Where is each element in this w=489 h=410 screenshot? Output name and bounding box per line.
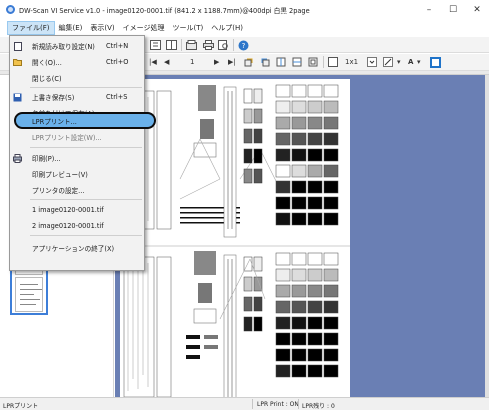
print-icon[interactable] [203, 39, 214, 51]
scanned-test-chart-image [120, 79, 350, 397]
scan-icon[interactable] [186, 39, 197, 51]
window-controls: – ☐ ✕ [417, 0, 489, 19]
rotate-left-icon[interactable] [244, 56, 254, 68]
menu-item-close[interactable]: 閉じる(C) [10, 71, 144, 85]
page-layout-icon[interactable] [166, 39, 177, 51]
help-icon[interactable]: ? [238, 39, 249, 51]
menu-item-print[interactable]: 印刷(P)... [10, 151, 144, 165]
zoom-label[interactable]: 1x1 [345, 56, 358, 68]
thumbnail-page-2 [15, 277, 43, 312]
lpr-remaining-status: LPR残り : 0 [302, 403, 335, 410]
menu-separator [30, 147, 142, 148]
menu-edit[interactable]: 編集(E) [55, 21, 87, 35]
menu-item-recent-file-1[interactable]: 1 image0120-0001.tif [10, 203, 144, 217]
menu-view[interactable]: 表示(V) [86, 21, 118, 35]
vertical-scrollbar[interactable] [485, 75, 489, 397]
app-logo-icon [6, 5, 15, 14]
menu-item-printer-settings[interactable]: プリンタの設定... [10, 183, 144, 197]
maximize-button[interactable]: ☐ [441, 0, 465, 19]
edit-tool-dropdown-icon[interactable]: ▾ [397, 56, 401, 68]
rotate-right-icon[interactable] [260, 56, 270, 68]
menu-item-open[interactable]: 開く(O)... Ctrl+O [10, 55, 144, 69]
page-number[interactable]: 1 [190, 56, 194, 68]
menu-image-processing[interactable]: イメージ処理 [119, 21, 169, 35]
first-page-icon[interactable]: |◀ [149, 56, 157, 68]
last-page-icon[interactable]: ▶| [228, 56, 236, 68]
title-bar: DW-Scan VI Service v1.0 - image0120-0001… [0, 0, 489, 19]
window-title: DW-Scan VI Service v1.0 - image0120-0001… [19, 6, 310, 15]
menu-file[interactable]: ファイル(F) [7, 21, 55, 35]
menu-item-lpr-print-settings[interactable]: LPRプリント設定(W)... [10, 130, 144, 144]
menu-item-lpr-print[interactable]: LPRプリント... [10, 114, 144, 128]
menu-item-save[interactable]: 上書き保存(S) Ctrl+S [10, 90, 144, 104]
zoom-dropdown-icon[interactable] [367, 56, 377, 68]
status-message: LPRプリント [3, 403, 39, 410]
print-preview-icon[interactable] [218, 39, 229, 51]
color-select-icon[interactable] [430, 56, 441, 68]
crop-icon[interactable] [308, 56, 318, 68]
status-bar: LPRプリント LPR Print : ON LPR残り : 0 [0, 397, 489, 410]
svg-text:?: ? [242, 42, 246, 50]
flip-icon[interactable] [276, 56, 286, 68]
actual-size-icon[interactable] [328, 56, 338, 68]
next-page-icon[interactable]: ▶ [214, 56, 219, 68]
mirror-icon[interactable] [292, 56, 302, 68]
font-label[interactable]: A [408, 56, 413, 68]
menu-separator [30, 87, 142, 88]
document-view[interactable] [115, 75, 489, 397]
menu-item-recent-file-2[interactable]: 2 image0120-0001.tif [10, 219, 144, 233]
menu-tools[interactable]: ツール(T) [169, 21, 208, 35]
printer-icon [13, 153, 22, 163]
font-dropdown-icon[interactable]: ▾ [417, 56, 421, 68]
save-icon [13, 93, 22, 102]
menu-separator [30, 199, 142, 200]
menu-item-exit[interactable]: アプリケーションの終了(X) [10, 241, 144, 255]
menu-item-print-preview[interactable]: 印刷プレビュー(V) [10, 167, 144, 181]
edit-tool-icon[interactable] [383, 56, 395, 68]
minimize-button[interactable]: – [417, 0, 441, 19]
previous-page-icon[interactable]: ◀ [164, 56, 169, 68]
menu-bar: ファイル(F) 編集(E) 表示(V) イメージ処理 ツール(T) ヘルプ(H) [0, 20, 489, 36]
file-menu-dropdown: 新規読み取り設定(N) Ctrl+N 開く(O)... Ctrl+O 閉じる(C… [9, 35, 156, 271]
page-icon [13, 41, 22, 51]
menu-separator [30, 235, 142, 236]
fit-view-icon[interactable] [150, 39, 161, 51]
scanned-page [120, 79, 350, 397]
lpr-print-status: LPR Print : ON [257, 401, 299, 408]
folder-icon [13, 58, 22, 67]
close-window-button[interactable]: ✕ [465, 0, 489, 19]
menu-item-new-scan-settings[interactable]: 新規読み取り設定(N) Ctrl+N [10, 39, 144, 53]
menu-help[interactable]: ヘルプ(H) [207, 21, 247, 35]
